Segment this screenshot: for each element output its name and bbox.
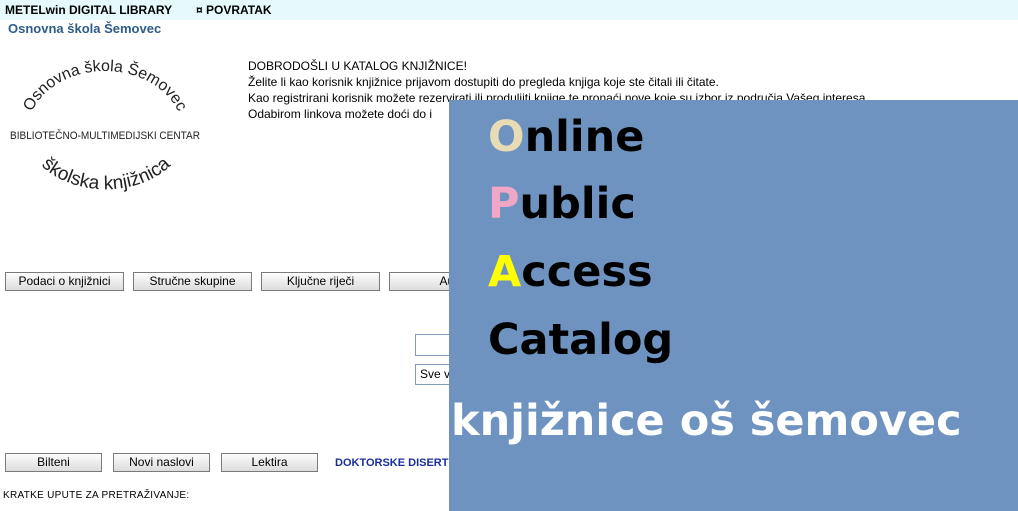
opac-banner: Online Public Access Catalog knjižnice o… xyxy=(449,100,1018,511)
welcome-line: Želite li kao korisnik knjižnice prijavo… xyxy=(248,75,719,89)
svg-text:BIBLIOTEČNO-MULTIMEDIJSKI CENT: BIBLIOTEČNO-MULTIMEDIJSKI CENTAR xyxy=(10,129,200,142)
top-bar: METELwin DIGITAL LIBRARY ¤ POVRATAK xyxy=(0,0,1018,20)
bulletins-button[interactable]: Bilteni xyxy=(5,453,102,472)
word-access: Access xyxy=(488,247,653,297)
word-online: Online xyxy=(488,112,644,162)
initial-p: P xyxy=(488,179,520,229)
word-public: Public xyxy=(488,179,636,229)
school-name: Osnovna škola Šemovec xyxy=(8,21,162,36)
reading-list-button[interactable]: Lektira xyxy=(221,453,318,472)
svg-text:Osnovna škola Šemovec: Osnovna škola Šemovec xyxy=(20,58,190,114)
new-titles-button[interactable]: Novi naslovi xyxy=(113,453,210,472)
word-public-rest: ublic xyxy=(519,179,636,229)
welcome-heading: DOBRODOŠLI U KATALOG KNJIŽNICE! xyxy=(248,59,467,73)
search-tips-label: KRATKE UPUTE ZA PRETRAŽIVANJE: xyxy=(3,490,190,501)
library-logo: Osnovna škola Šemovec BIBLIOTEČNO-MULTIM… xyxy=(10,58,200,194)
back-link[interactable]: ¤ POVRATAK xyxy=(196,0,272,20)
app-title: METELwin DIGITAL LIBRARY xyxy=(5,3,173,17)
subject-groups-button[interactable]: Stručne skupine xyxy=(133,272,252,291)
keywords-button[interactable]: Ključne riječi xyxy=(261,272,380,291)
library-info-button[interactable]: Podaci o knjižnici xyxy=(5,272,124,291)
word-catalog: Catalog xyxy=(488,315,674,365)
initial-o: O xyxy=(488,112,525,162)
word-online-rest: nline xyxy=(524,112,645,162)
doctoral-theses-link[interactable]: DOKTORSKE DISERT xyxy=(335,457,448,469)
initial-a: A xyxy=(488,247,522,297)
word-access-rest: ccess xyxy=(521,247,653,297)
svg-text:školska knjižnica: školska knjižnica xyxy=(38,153,175,194)
banner-subtitle: knjižnice oš šemovec xyxy=(451,396,962,446)
